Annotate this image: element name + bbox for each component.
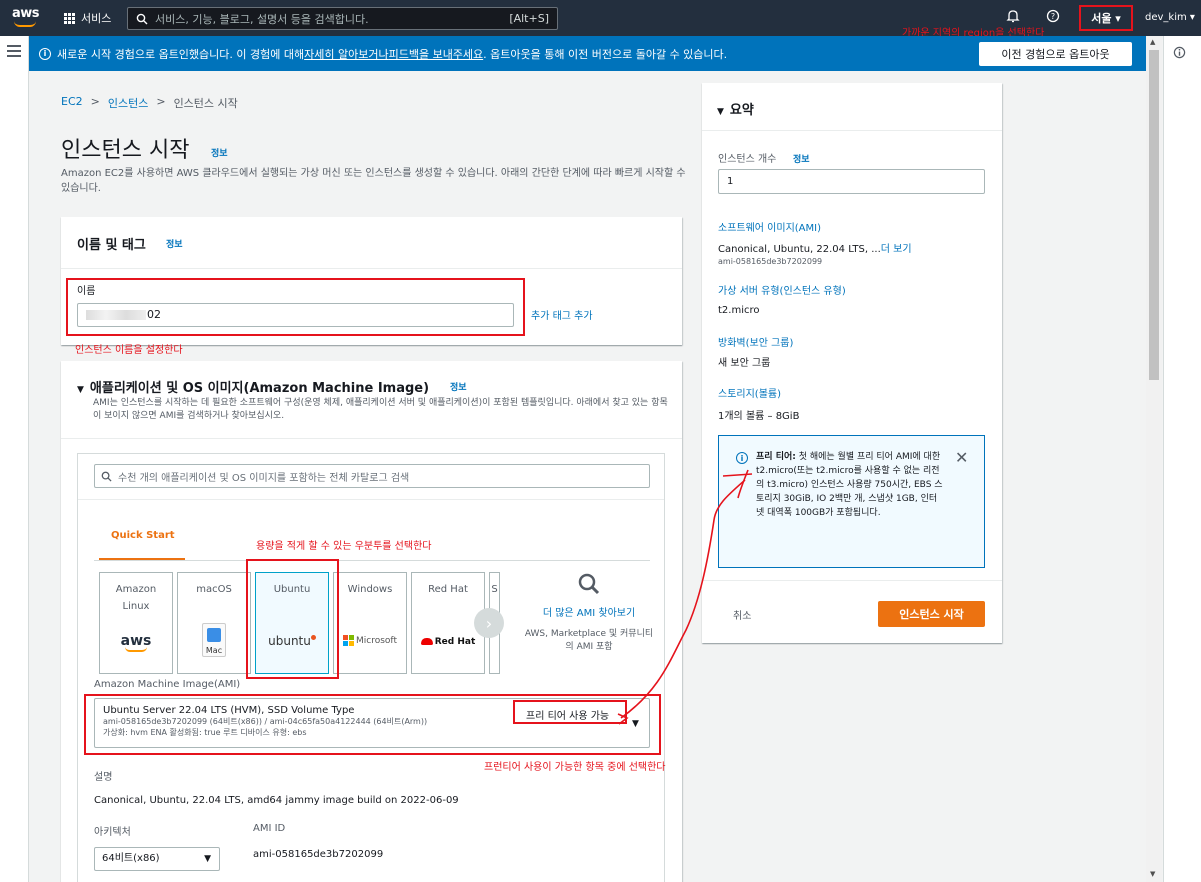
help-panel-strip: [1163, 36, 1201, 882]
browse-more-amis[interactable]: 더 많은 AMI 찾아보기 AWS, Marketplace 및 커뮤니티의 A…: [524, 572, 654, 674]
description-value: Canonical, Ubuntu, 22.04 LTS, amd64 jamm…: [94, 795, 459, 806]
os-tile-windows[interactable]: Windows Microsoft: [333, 572, 407, 674]
ami-description: AMI는 인스턴스를 시작하는 데 필요한 소프트웨어 구성(운영 체제, 애플…: [93, 398, 668, 421]
page-description: Amazon EC2를 사용하면 AWS 클라우드에서 실행되는 가상 머신 또…: [61, 168, 686, 194]
add-tags-link[interactable]: 추가 태그 추가: [531, 307, 593, 322]
architecture-label: 아키텍처: [94, 827, 131, 838]
firewall-value: 새 보안 그룹: [718, 358, 771, 369]
aws-smile-icon: [14, 21, 36, 27]
summary-toggle[interactable]: ▼ 요약: [717, 99, 754, 118]
caret-down-icon: ▼: [717, 107, 724, 117]
info-icon: i: [39, 47, 51, 60]
ami-id-value: ami-058165de3b7202099: [253, 849, 384, 860]
ami-summary-value: Canonical, Ubuntu, 22.04 LTS, ...더 보기: [718, 244, 912, 255]
free-tier-alert: i 프리 티어: 첫 해에는 월별 프리 티어 AMI에 대한 t2.micro…: [718, 435, 985, 568]
instance-count-label: 인스턴스 개수: [718, 154, 777, 165]
annotation-name-box: [66, 278, 525, 336]
instance-type-link[interactable]: 가상 서버 유형(인스턴스 유형): [718, 282, 846, 297]
storage-link[interactable]: 스토리지(볼륨): [718, 385, 781, 400]
os-tile-macos[interactable]: macOS Mac: [177, 572, 251, 674]
global-search-input[interactable]: 서비스, 기능, 블로그, 설명서 등을 검색합니다. [Alt+S]: [127, 7, 558, 30]
see-more-link[interactable]: 더 보기: [881, 244, 912, 255]
chevron-right-icon[interactable]: ›: [474, 608, 504, 638]
opt-in-banner: i 새로운 시작 경험으로 옵트인했습니다. 이 경험에 대해 자세히 알아보거…: [29, 36, 1159, 71]
firewall-link[interactable]: 방화벽(보안 그룹): [718, 334, 793, 349]
ami-panel: ▼ 애플리케이션 및 OS 이미지(Amazon Machine Image) 정…: [61, 361, 682, 882]
learn-more-link[interactable]: 자세히 알아보거나: [304, 46, 388, 62]
instance-count-input[interactable]: 1: [718, 169, 985, 194]
red-hat-logo-icon: Red Hat: [412, 633, 484, 651]
menu-icon[interactable]: [7, 45, 21, 60]
annotation-name-note: 인스턴스 이름을 설정한다: [75, 345, 183, 356]
breadcrumb-current: 인스턴스 시작: [173, 97, 238, 110]
launch-instance-button[interactable]: 인스턴스 시작: [878, 601, 985, 627]
annotation-free-tier-note: 프런티어 사용이 가능한 항목 중에 선택한다: [484, 762, 666, 773]
caret-down-icon: ▼: [77, 385, 84, 395]
os-tile-amazon-linux[interactable]: Amazon Linux aws: [99, 572, 173, 674]
info-icon: i: [736, 452, 748, 464]
scroll-up-arrow-icon[interactable]: ▲: [1150, 38, 1155, 46]
page-title: 인스턴스 시작: [61, 138, 190, 163]
annotation-ubuntu-box: [246, 559, 339, 679]
aws-logo[interactable]: aws: [12, 6, 40, 30]
info-icon[interactable]: [1173, 46, 1186, 59]
breadcrumb: EC2 > 인스턴스 > 인스턴스 시작: [61, 95, 238, 111]
services-menu-button[interactable]: 서비스: [64, 10, 111, 26]
free-tier-alert-text: 프리 티어: 첫 해에는 월별 프리 티어 AMI에 대한 t2.micro(또…: [756, 452, 943, 518]
feedback-link[interactable]: 피드백을 보내주세요: [389, 46, 484, 62]
close-icon[interactable]: ✕: [955, 448, 968, 467]
breadcrumb-instances[interactable]: 인스턴스: [108, 95, 148, 111]
browse-more-amis-link[interactable]: 더 많은 AMI 찾아보기: [524, 606, 654, 622]
side-nav-strip: [0, 36, 29, 882]
chevron-right-icon: >: [156, 95, 166, 108]
scroll-down-arrow-icon[interactable]: ▼: [1150, 870, 1155, 878]
panel-header: 이름 및 태그 정보: [61, 217, 682, 269]
summary-panel: ▼ 요약 인스턴스 개수 정보 1 소프트웨어 이미지(AMI) Canonica…: [702, 83, 1002, 643]
annotation-ubuntu-note: 용량을 적게 할 수 있는 우분투를 선택한다: [256, 541, 432, 552]
ami-browser: 수천 개의 애플리케이션 및 OS 이미지를 포함하는 전체 카탈로그 검색 Q…: [77, 453, 665, 882]
storage-value: 1개의 볼륨 – 8GiB: [718, 411, 800, 422]
annotation-free-tier-box: [513, 700, 627, 724]
tab-quick-start[interactable]: Quick Start: [111, 530, 175, 541]
opt-out-button[interactable]: 이전 경험으로 옵트아웃: [979, 42, 1132, 66]
grid-icon: [64, 12, 75, 24]
ami-summary-id: ami-058165de3b7202099: [718, 257, 823, 266]
instance-type-value: t2.micro: [718, 305, 760, 316]
chevron-right-icon: >: [90, 95, 100, 108]
catalog-search-input[interactable]: 수천 개의 애플리케이션 및 OS 이미지를 포함하는 전체 카탈로그 검색: [94, 464, 650, 488]
scrollbar-thumb[interactable]: [1149, 50, 1159, 380]
ami-label: Amazon Machine Image(AMI): [94, 679, 241, 690]
magnifier-icon: [524, 572, 654, 602]
page-info-link[interactable]: 정보: [211, 146, 228, 159]
instance-count-info-link[interactable]: 정보: [793, 152, 810, 165]
panel-header: ▼ 애플리케이션 및 OS 이미지(Amazon Machine Image) 정…: [61, 361, 682, 439]
ami-section-toggle[interactable]: ▼ 애플리케이션 및 OS 이미지(Amazon Machine Image): [77, 377, 429, 396]
ami-summary-link[interactable]: 소프트웨어 이미지(AMI): [718, 219, 821, 234]
search-icon: [101, 471, 112, 482]
breadcrumb-ec2[interactable]: EC2: [61, 95, 83, 111]
apple-mac-icon: Mac: [178, 623, 250, 659]
region-selector[interactable]: 서울 ▾: [1079, 5, 1133, 31]
help-icon[interactable]: ?: [1044, 9, 1062, 27]
aws-logo-icon: aws: [100, 633, 172, 652]
architecture-select[interactable]: 64비트(x86) ▼: [94, 847, 220, 871]
search-icon: [136, 13, 148, 24]
vertical-scrollbar[interactable]: ▲ ▼: [1146, 36, 1162, 882]
account-menu[interactable]: dev_kim ▾: [1145, 12, 1195, 23]
microsoft-logo-icon: Microsoft: [334, 633, 406, 650]
ami-info-link[interactable]: 정보: [450, 380, 467, 393]
caret-down-icon: ▼: [204, 854, 211, 864]
cancel-button[interactable]: 취소: [733, 607, 751, 622]
description-label: 설명: [94, 772, 113, 783]
name-tags-info-link[interactable]: 정보: [166, 237, 183, 250]
browse-more-amis-sub: AWS, Marketplace 및 커뮤니티의 AMI 포함: [524, 629, 654, 652]
name-tags-title: 이름 및 태그: [77, 238, 146, 253]
ami-id-label: AMI ID: [253, 823, 286, 834]
svg-text:?: ?: [1051, 12, 1055, 21]
